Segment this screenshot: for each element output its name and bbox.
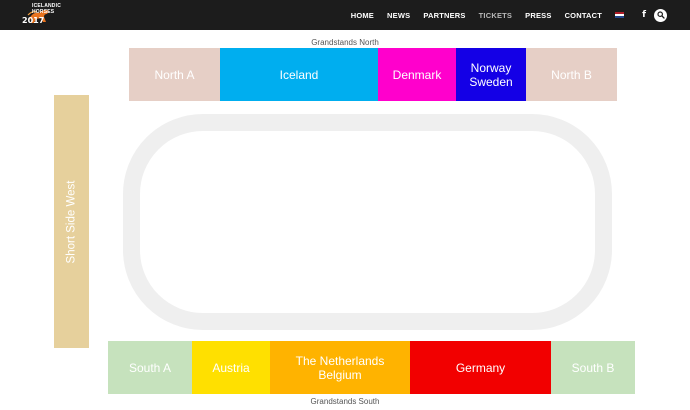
nav-news[interactable]: NEWS: [387, 11, 410, 20]
navbar: ICELANDIC HORSES 2017 HOME NEWS PARTNERS…: [0, 0, 690, 30]
main-nav: HOME NEWS PARTNERS TICKETS PRESS CONTACT…: [351, 0, 690, 30]
section-denmark[interactable]: Denmark: [378, 48, 456, 101]
site-logo[interactable]: ICELANDIC HORSES 2017: [22, 2, 70, 28]
language-flag-icon[interactable]: [615, 12, 625, 18]
section-netherlands-belgium[interactable]: The Netherlands Belgium: [270, 341, 410, 394]
page: ICELANDIC HORSES 2017 HOME NEWS PARTNERS…: [0, 0, 690, 410]
short-side-west-label: Short Side West: [65, 180, 78, 263]
nav-partners[interactable]: PARTNERS: [423, 11, 465, 20]
nav-tickets[interactable]: TICKETS: [479, 11, 512, 20]
section-south-b[interactable]: South B: [551, 341, 635, 394]
section-germany[interactable]: Germany: [410, 341, 551, 394]
facebook-icon[interactable]: f: [642, 10, 646, 20]
race-track: [123, 114, 612, 330]
section-norway-sweden[interactable]: Norway Sweden: [456, 48, 526, 101]
nav-home[interactable]: HOME: [351, 11, 374, 20]
flag-stripe-bottom: [615, 16, 625, 18]
section-short-side-west[interactable]: Short Side West: [54, 95, 89, 348]
grandstands-south-caption: Grandstands South: [310, 397, 380, 406]
logo-line-2: HORSES: [32, 8, 55, 15]
section-austria[interactable]: Austria: [192, 341, 270, 394]
section-iceland[interactable]: Iceland: [220, 48, 378, 101]
section-north-a[interactable]: North A: [129, 48, 220, 101]
nav-press[interactable]: PRESS: [525, 11, 551, 20]
grandstands-north-caption: Grandstands North: [311, 38, 379, 47]
section-south-a[interactable]: South A: [108, 341, 192, 394]
section-north-b[interactable]: North B: [526, 48, 617, 101]
logo-year: 2017: [22, 16, 45, 25]
nav-contact[interactable]: CONTACT: [565, 11, 603, 20]
magnifier-glyph: [656, 11, 665, 19]
logo-text: ICELANDIC HORSES: [32, 3, 61, 15]
search-icon[interactable]: [654, 8, 667, 22]
